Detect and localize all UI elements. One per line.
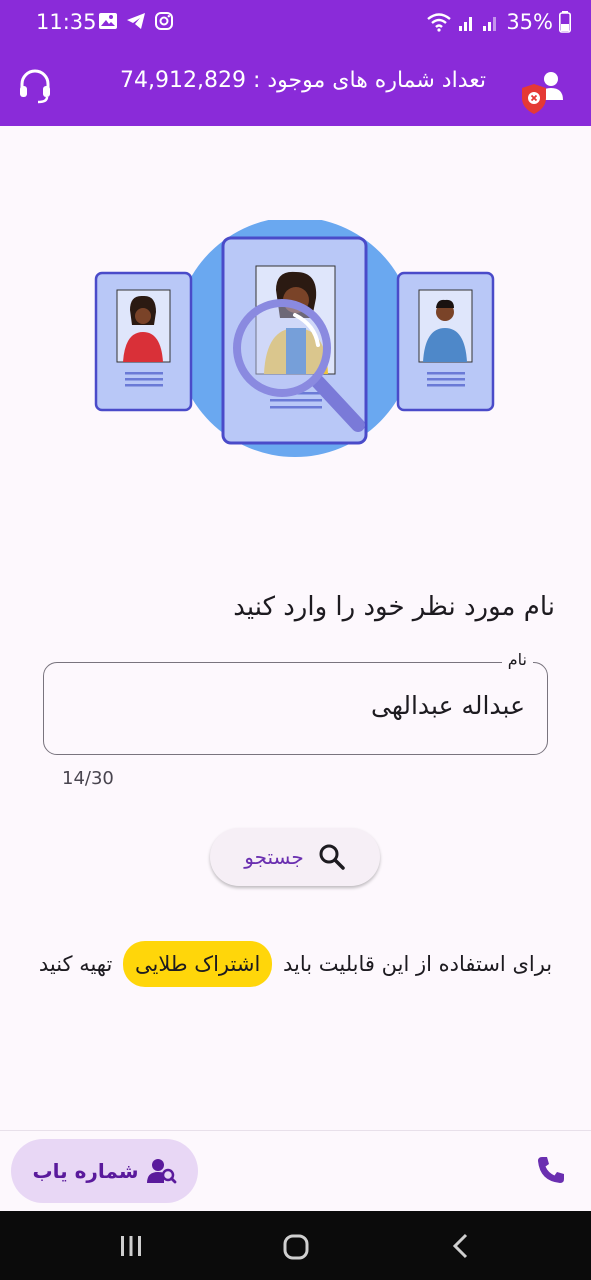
home-icon[interactable] [282, 1233, 310, 1261]
user-shield-icon[interactable] [517, 70, 567, 116]
app-header: 11:35 35% تعداد شماره های موجود : 74,912… [0, 0, 591, 126]
search-icon [319, 844, 345, 870]
system-navigation-bar [0, 1211, 591, 1280]
subscription-text-after: تهیه کنید [38, 952, 113, 976]
search-button[interactable]: جستجو [210, 828, 380, 886]
name-input-field[interactable]: نام [43, 650, 548, 755]
image-icon [99, 13, 117, 29]
person-search-icon [146, 1159, 176, 1184]
wifi-icon [427, 13, 452, 32]
status-bar: 11:35 35% [0, 0, 591, 46]
nav-finder-label: شماره یاب [32, 1159, 139, 1183]
name-input[interactable] [85, 691, 525, 720]
status-time: 11:35 [36, 10, 97, 34]
headset-icon[interactable] [18, 68, 52, 104]
name-field-label: نام [501, 650, 533, 669]
status-notification-icons [98, 11, 174, 31]
subscription-notice: برای استفاده از این قابلیت باید اشتراک ط… [20, 940, 571, 988]
battery-percent: 35% [506, 10, 553, 34]
bottom-navigation: شماره یاب [0, 1131, 591, 1211]
subscription-text-before: برای استفاده از این قابلیت باید [282, 952, 553, 976]
telegram-icon [127, 13, 145, 29]
recent-apps-icon[interactable] [118, 1233, 144, 1259]
status-system-icons: 35% [426, 10, 571, 34]
character-counter: 14/30 [62, 768, 114, 789]
available-numbers-count: تعداد شماره های موجود : 74,912,829 [120, 68, 486, 93]
instagram-icon [155, 12, 173, 30]
back-icon[interactable] [450, 1233, 472, 1259]
phone-icon[interactable] [536, 1155, 566, 1185]
signal-icon [459, 17, 473, 31]
profile-card-right [396, 271, 495, 412]
profile-card-left [94, 271, 193, 412]
profile-cards-search-illustration [94, 220, 495, 457]
battery-icon [559, 11, 571, 33]
search-button-label: جستجو [244, 845, 304, 869]
toolbar: تعداد شماره های موجود : 74,912,829 [0, 50, 591, 120]
gold-subscription-chip[interactable]: اشتراک طلایی [123, 941, 273, 987]
signal-icon [483, 17, 497, 31]
nav-item-number-finder[interactable]: شماره یاب [11, 1139, 198, 1203]
name-prompt-heading: نام مورد نظر خود را وارد کنید [233, 592, 555, 622]
